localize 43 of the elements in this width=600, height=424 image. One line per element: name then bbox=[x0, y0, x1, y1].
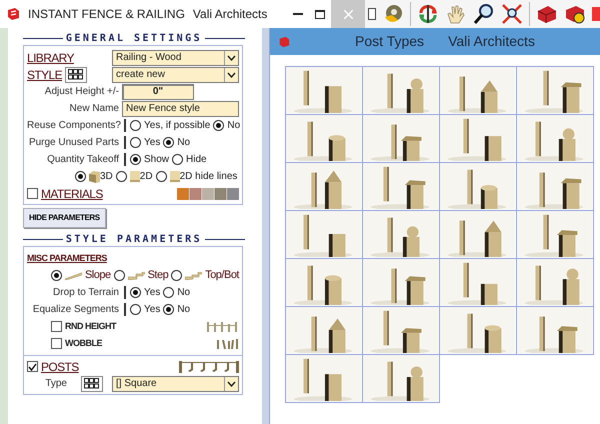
field-label: New Name bbox=[68, 102, 119, 115]
option-label: No bbox=[177, 136, 190, 150]
mode-label: Top/Bot bbox=[205, 268, 239, 284]
option-label: No bbox=[177, 303, 190, 317]
library-link[interactable]: LIBRARY bbox=[27, 48, 74, 66]
field-label: Purge Unused Parts bbox=[28, 136, 119, 149]
option-label: No bbox=[177, 286, 190, 300]
materials-link[interactable]: MATERIALS bbox=[41, 184, 103, 202]
section-heading: GENERAL SETTINGS bbox=[66, 32, 202, 45]
style-dropdown[interactable]: create new bbox=[112, 66, 239, 82]
window-title: INSTANT FENCE & RAILING bbox=[28, 6, 185, 23]
company-name: Vali Architects bbox=[448, 33, 535, 49]
mode-label: Slope bbox=[84, 268, 111, 284]
field-label: Equalize Segments bbox=[32, 303, 119, 316]
misc-parameters-link[interactable]: MISC PARAMETERS bbox=[27, 252, 107, 266]
style-link[interactable]: STYLE bbox=[27, 66, 62, 84]
name-input-field[interactable]: New Fence style bbox=[122, 100, 239, 116]
field-label: Adjust Height +/- bbox=[44, 85, 119, 98]
hide-parameters-button[interactable]: HIDE PARAMETERS bbox=[23, 208, 106, 228]
field-label: Type bbox=[44, 377, 67, 390]
option-label: Yes bbox=[144, 303, 160, 317]
option-label: Yes, if possible bbox=[144, 119, 210, 133]
posts-link[interactable]: POSTS bbox=[41, 358, 79, 376]
option-label: 2D hide lines bbox=[180, 170, 238, 184]
option-label: Hide bbox=[186, 153, 207, 167]
mode-label: Step bbox=[148, 268, 168, 284]
field-label: Quantity Takeoff bbox=[46, 153, 119, 166]
field-label: Drop to Terrain bbox=[52, 286, 119, 299]
option-label: 2D bbox=[140, 170, 153, 184]
library-dropdown[interactable]: Railing - Wood bbox=[112, 50, 239, 66]
field-label: Reuse Components? bbox=[27, 119, 119, 132]
panel-title: Post Types bbox=[355, 33, 424, 49]
section-heading: STYLE PARAMETERS bbox=[66, 233, 202, 246]
option-label: 3D bbox=[100, 170, 113, 184]
height-input-field[interactable]: 0" bbox=[122, 84, 194, 100]
company-name: Vali Architects bbox=[192, 6, 268, 23]
option-label: No bbox=[227, 119, 240, 133]
option-label: Show bbox=[144, 153, 170, 167]
toggle-label: WOBBLE bbox=[65, 336, 102, 350]
post-type-dropdown[interactable]: [] Square bbox=[112, 376, 239, 392]
option-label: Yes bbox=[144, 136, 160, 150]
option-label: Yes bbox=[144, 286, 160, 300]
toggle-label: RND HEIGHT bbox=[65, 320, 116, 333]
